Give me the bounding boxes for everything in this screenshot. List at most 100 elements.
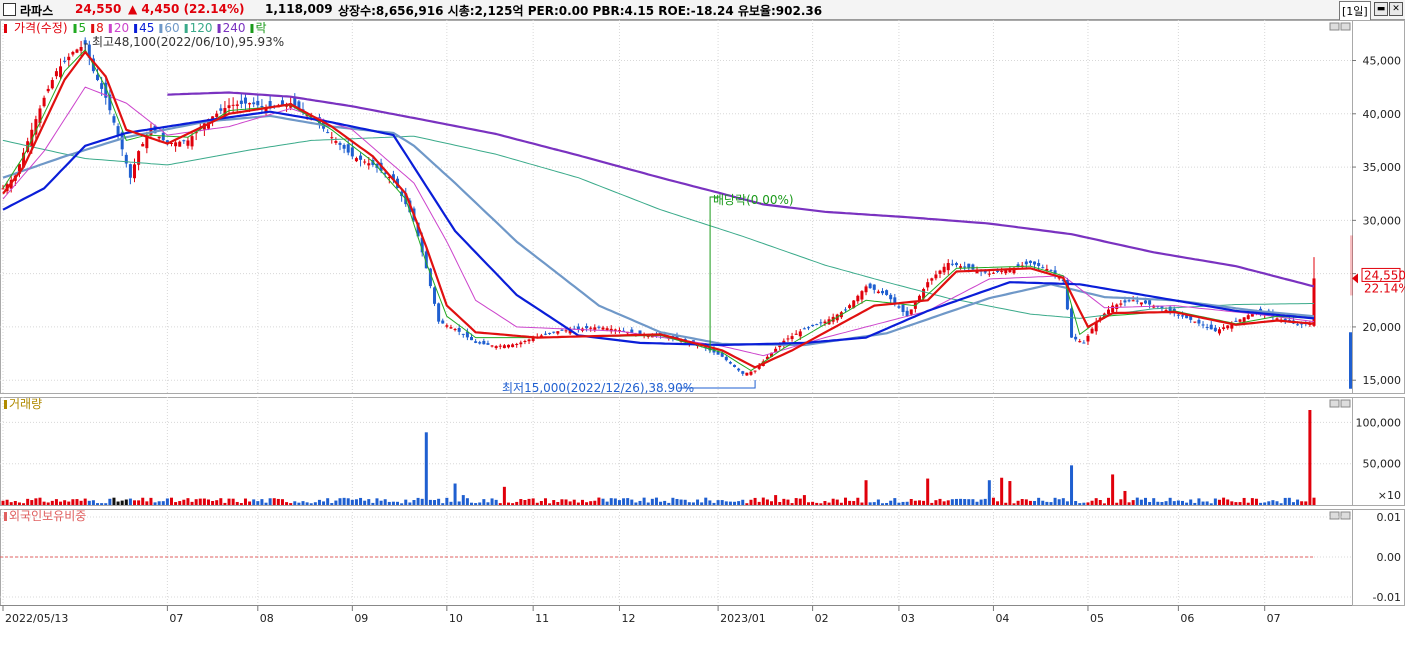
candle-body[interactable] <box>876 291 880 294</box>
volume-bar[interactable] <box>794 498 798 505</box>
volume-bar[interactable] <box>26 498 30 505</box>
candle-body[interactable] <box>864 286 868 293</box>
volume-bar[interactable] <box>790 503 794 505</box>
candle-body[interactable] <box>753 370 757 372</box>
volume-bar[interactable] <box>67 501 71 505</box>
volume-bar[interactable] <box>293 501 297 505</box>
volume-bar[interactable] <box>638 500 642 505</box>
volume-bar[interactable] <box>548 503 552 505</box>
volume-bar[interactable] <box>219 498 223 505</box>
volume-bar[interactable] <box>227 498 231 505</box>
volume-bar[interactable] <box>1024 499 1028 505</box>
candle-body[interactable] <box>1041 267 1045 269</box>
volume-bar[interactable] <box>1197 498 1201 505</box>
volume-bar[interactable] <box>264 502 268 505</box>
candle-body[interactable] <box>991 272 995 274</box>
volume-bar[interactable] <box>498 503 502 505</box>
volume-bar[interactable] <box>1131 500 1135 505</box>
volume-bar[interactable] <box>334 500 338 505</box>
candle-body[interactable] <box>560 329 564 331</box>
candle-body[interactable] <box>848 305 852 309</box>
candle-body[interactable] <box>564 330 568 332</box>
volume-bar[interactable] <box>1259 502 1263 505</box>
volume-bar[interactable] <box>1152 498 1156 505</box>
volume-bar[interactable] <box>231 498 235 505</box>
volume-bar[interactable] <box>802 495 806 505</box>
volume-bar[interactable] <box>967 499 971 505</box>
candle-body[interactable] <box>1107 309 1111 315</box>
candle-body[interactable] <box>597 326 601 328</box>
volume-bar[interactable] <box>252 499 256 505</box>
volume-bar[interactable] <box>523 499 527 505</box>
volume-bar[interactable] <box>864 480 868 505</box>
volume-bar[interactable] <box>1180 500 1184 505</box>
candle-body[interactable] <box>872 284 876 290</box>
volume-bar[interactable] <box>470 502 474 505</box>
volume-bar[interactable] <box>959 498 963 505</box>
volume-bar[interactable] <box>317 499 321 505</box>
volume-bar[interactable] <box>1308 410 1312 505</box>
volume-bar[interactable] <box>437 498 441 505</box>
candle-body[interactable] <box>531 338 535 341</box>
candle-body[interactable] <box>359 155 363 160</box>
volume-bar[interactable] <box>1135 497 1139 505</box>
volume-bar[interactable] <box>922 500 926 505</box>
volume-bar[interactable] <box>946 500 950 505</box>
volume-bar[interactable] <box>194 499 198 505</box>
volume-bar[interactable] <box>1115 502 1119 505</box>
volume-bar[interactable] <box>280 499 284 505</box>
volume-bar[interactable] <box>400 503 404 505</box>
candle-body[interactable] <box>141 143 145 147</box>
volume-bar[interactable] <box>1090 500 1094 505</box>
candle-body[interactable] <box>342 144 346 149</box>
volume-bar[interactable] <box>461 495 465 505</box>
volume-bar[interactable] <box>342 497 346 505</box>
candle-body[interactable] <box>938 270 942 274</box>
candle-body[interactable] <box>182 140 186 142</box>
candle-body[interactable] <box>79 46 83 51</box>
volume-bar[interactable] <box>576 502 580 505</box>
volume-bar[interactable] <box>157 501 161 505</box>
volume-bar[interactable] <box>609 498 613 505</box>
volume-bar[interactable] <box>585 502 589 505</box>
volume-bar[interactable] <box>1053 497 1057 505</box>
volume-bar[interactable] <box>116 501 120 505</box>
candle-body[interactable] <box>868 283 872 289</box>
candle-body[interactable] <box>1234 320 1238 322</box>
volume-bar[interactable] <box>1254 498 1258 505</box>
volume-bar[interactable] <box>161 501 165 505</box>
candle-body[interactable] <box>1078 341 1082 343</box>
candle-body[interactable] <box>1024 261 1028 265</box>
candle-body[interactable] <box>486 343 490 345</box>
candle-body[interactable] <box>728 362 732 364</box>
volume-bar[interactable] <box>761 497 765 505</box>
candle-body[interactable] <box>794 333 798 335</box>
candle-body[interactable] <box>511 344 515 348</box>
candle-body[interactable] <box>802 328 806 330</box>
candle-body[interactable] <box>338 142 342 145</box>
candle-body[interactable] <box>798 331 802 337</box>
candle-body[interactable] <box>433 287 437 304</box>
volume-bar[interactable] <box>1230 501 1234 505</box>
volume-bar[interactable] <box>1300 501 1304 505</box>
volume-bar[interactable] <box>897 502 901 505</box>
volume-bar[interactable] <box>272 498 276 505</box>
volume-bar[interactable] <box>593 500 597 505</box>
volume-bar[interactable] <box>942 501 946 505</box>
volume-bar[interactable] <box>1028 500 1032 505</box>
candle-body[interactable] <box>326 132 330 134</box>
volume-bar[interactable] <box>1102 503 1106 505</box>
candle-body[interactable] <box>1180 315 1184 317</box>
candle-body[interactable] <box>1033 261 1037 265</box>
volume-bar[interactable] <box>285 502 289 505</box>
volume-bar[interactable] <box>211 501 215 505</box>
volume-bar[interactable] <box>182 499 186 505</box>
volume-bar[interactable] <box>359 497 363 505</box>
volume-bar[interactable] <box>880 503 884 505</box>
volume-bar[interactable] <box>174 502 178 505</box>
volume-bar[interactable] <box>1168 497 1172 505</box>
candle-body[interactable] <box>954 263 958 266</box>
candle-body[interactable] <box>543 333 547 335</box>
volume-bar[interactable] <box>807 502 811 505</box>
volume-bar[interactable] <box>408 502 412 505</box>
